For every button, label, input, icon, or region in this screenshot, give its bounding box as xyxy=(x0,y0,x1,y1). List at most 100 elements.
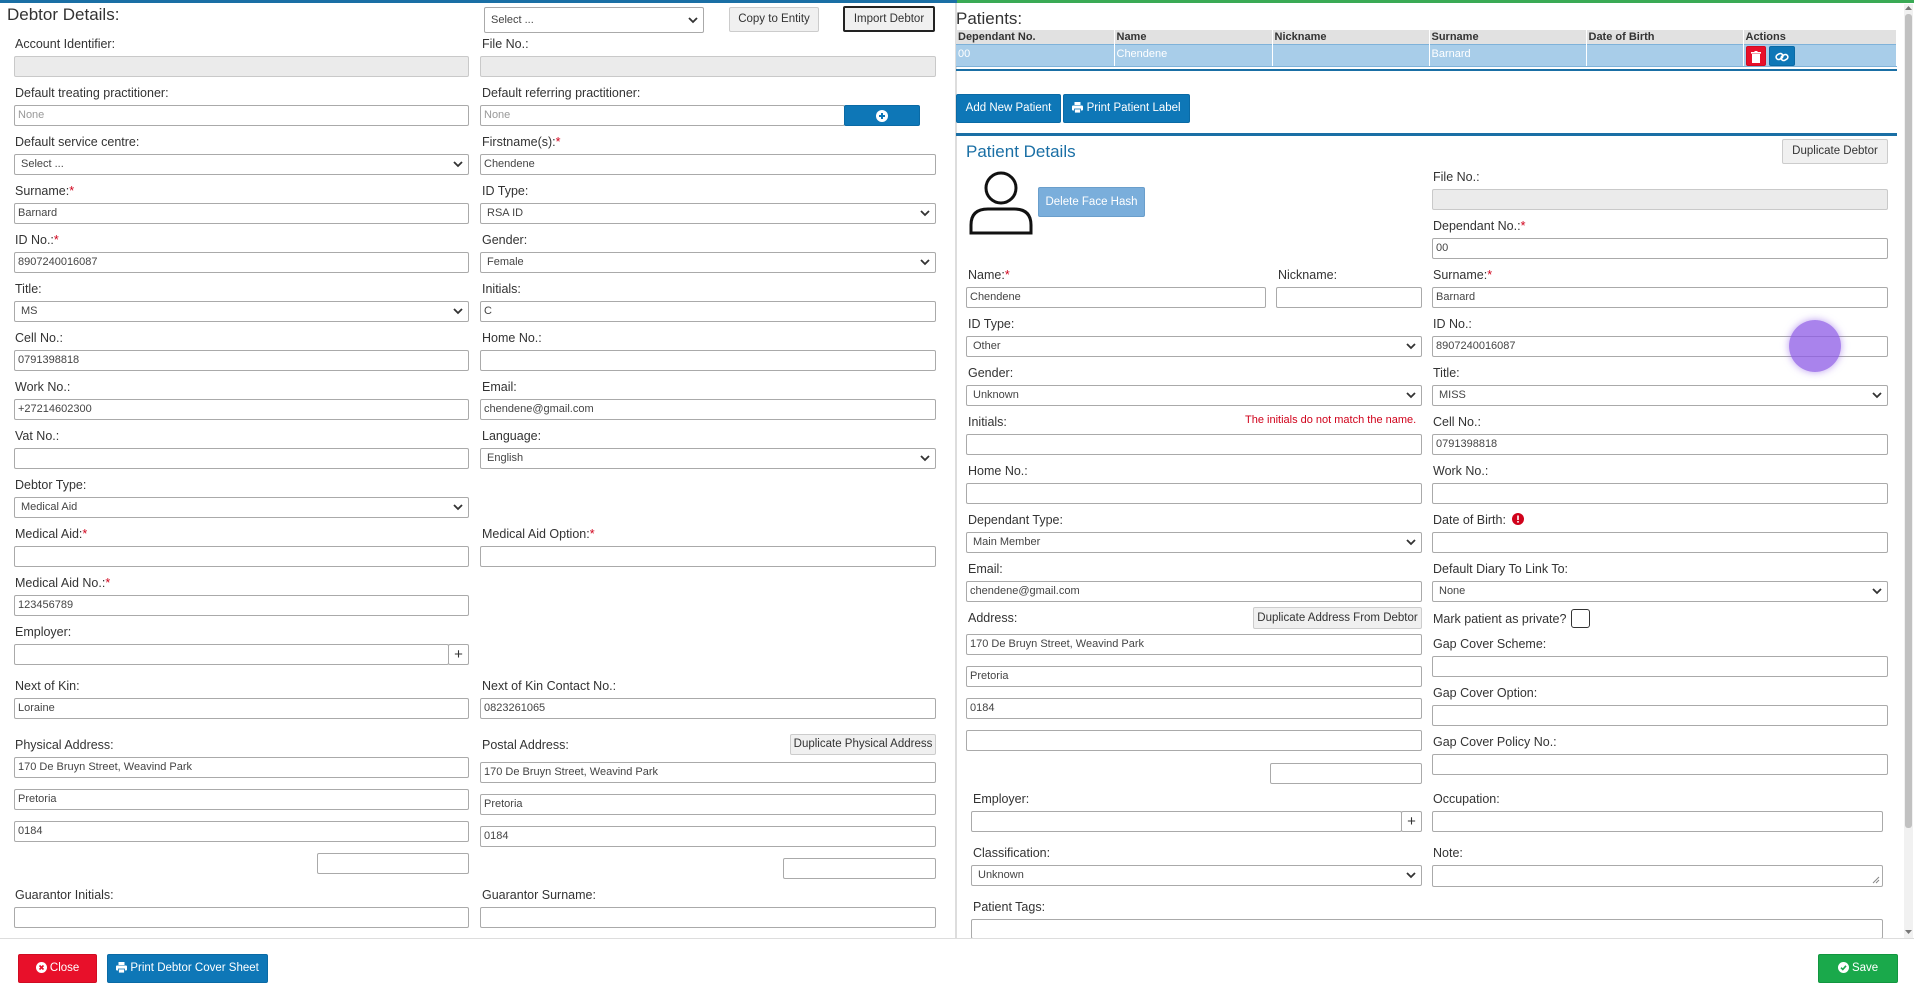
firstname-field[interactable]: Chendene xyxy=(480,154,936,175)
resize-handle-icon[interactable] xyxy=(1870,874,1880,884)
dependant-no-field[interactable]: 00 xyxy=(1432,238,1888,259)
col-name: Name xyxy=(1114,30,1273,44)
gap-scheme-field[interactable] xyxy=(1432,656,1888,677)
dependant-type-select[interactable]: Main Member xyxy=(966,532,1422,553)
patient-cell-field[interactable]: 0791398818 xyxy=(1432,434,1888,455)
link-patient-button[interactable] xyxy=(1768,45,1795,66)
patient-title-select[interactable]: MISS xyxy=(1432,385,1888,406)
debtor-title-select[interactable]: MS xyxy=(14,301,469,322)
occupation-field[interactable] xyxy=(1432,811,1883,832)
debtor-surname-field[interactable]: Barnard xyxy=(14,203,469,224)
save-button[interactable]: Save xyxy=(1818,954,1898,983)
import-debtor-button[interactable]: Import Debtor xyxy=(843,6,935,32)
postal-address-code[interactable] xyxy=(783,858,936,879)
patient-employer-field[interactable] xyxy=(971,811,1402,832)
patient-address-line4[interactable] xyxy=(966,730,1422,751)
patient-address-code[interactable] xyxy=(1270,763,1422,784)
next-of-kin-field[interactable]: Loraine xyxy=(14,698,469,719)
postal-address-line3[interactable]: 0184 xyxy=(480,826,936,847)
patient-home-field[interactable] xyxy=(966,483,1422,504)
patient-gender-select[interactable]: Unknown xyxy=(966,385,1422,406)
patient-name-field[interactable]: Chendene xyxy=(966,287,1266,308)
medical-aid-field[interactable] xyxy=(14,546,469,567)
entity-select[interactable]: Select ... xyxy=(484,7,704,33)
physical-address-line2[interactable]: Pretoria xyxy=(14,789,469,810)
default-diary-select[interactable]: None xyxy=(1432,581,1888,602)
delete-face-hash-button[interactable]: Delete Face Hash xyxy=(1038,187,1145,217)
next-of-kin-contact-field[interactable]: 0823261065 xyxy=(480,698,936,719)
debtor-cell-field[interactable]: 0791398818 xyxy=(14,350,469,371)
close-button[interactable]: Close xyxy=(18,954,97,983)
cell-actions xyxy=(1743,43,1897,67)
copy-to-entity-button[interactable]: Copy to Entity xyxy=(729,7,819,32)
debtor-employer-field[interactable] xyxy=(14,644,449,665)
duplicate-physical-address-button[interactable]: Duplicate Physical Address xyxy=(790,734,936,755)
patient-address-line3[interactable]: 0184 xyxy=(966,698,1422,719)
add-debtor-employer-button[interactable]: + xyxy=(448,644,469,665)
debtor-initials-field[interactable]: C xyxy=(480,301,936,322)
gap-policy-label: Gap Cover Policy No.: xyxy=(1433,735,1557,749)
plus-icon: + xyxy=(1407,813,1416,830)
debtor-work-field[interactable]: +27214602300 xyxy=(14,399,469,420)
debtor-title-label: Title: xyxy=(15,282,42,296)
dob-field[interactable] xyxy=(1432,532,1888,553)
scrollbar-thumb[interactable] xyxy=(1905,14,1912,828)
patient-details-title: Patient Details xyxy=(966,142,1076,161)
referring-practitioner-field[interactable]: None xyxy=(480,105,845,126)
debtor-home-field[interactable] xyxy=(480,350,936,371)
service-centre-select[interactable]: Select ... xyxy=(14,154,469,175)
debtor-id-type-select[interactable]: RSA ID xyxy=(480,203,936,224)
postal-address-line2[interactable]: Pretoria xyxy=(480,794,936,815)
scroll-up-icon[interactable] xyxy=(1904,4,1913,12)
patient-email-field[interactable]: chendene@gmail.com xyxy=(966,581,1422,602)
close-button-label: Close xyxy=(49,962,80,974)
patient-address-line2[interactable]: Pretoria xyxy=(966,666,1422,687)
debtor-type-select[interactable]: Medical Aid xyxy=(14,497,469,518)
link-icon xyxy=(1774,52,1789,61)
patient-nickname-field[interactable] xyxy=(1276,287,1422,308)
patient-id-type-select[interactable]: Other xyxy=(966,336,1422,357)
default-diary-value: None xyxy=(1439,585,1466,597)
vat-field[interactable] xyxy=(14,448,469,469)
add-new-patient-button[interactable]: Add New Patient xyxy=(956,94,1061,123)
add-patient-employer-button[interactable]: + xyxy=(1401,811,1422,832)
table-selection-bar xyxy=(956,69,1897,71)
guarantor-surname-label: Guarantor Surname: xyxy=(482,888,596,902)
gap-policy-field[interactable] xyxy=(1432,754,1888,775)
duplicate-debtor-button[interactable]: Duplicate Debtor xyxy=(1782,139,1888,164)
language-select[interactable]: English xyxy=(480,448,936,469)
print-patient-label-button[interactable]: Print Patient Label xyxy=(1063,94,1190,123)
patient-work-field[interactable] xyxy=(1432,483,1888,504)
debtor-email-field[interactable]: chendene@gmail.com xyxy=(480,399,936,420)
classification-select[interactable]: Unknown xyxy=(971,865,1422,886)
delete-patient-button[interactable] xyxy=(1745,45,1766,66)
private-checkbox[interactable] xyxy=(1571,609,1590,628)
physical-address-code[interactable] xyxy=(317,853,469,874)
patient-tags-field[interactable] xyxy=(971,919,1883,939)
guarantor-initials-field[interactable] xyxy=(14,907,469,928)
dependant-type-label: Dependant Type: xyxy=(968,513,1063,527)
treating-practitioner-field[interactable]: None xyxy=(14,105,469,126)
physical-address-line1[interactable]: 170 De Bruyn Street, Weavind Park xyxy=(14,757,469,778)
patient-initials-field[interactable] xyxy=(966,434,1422,455)
col-actions: Actions xyxy=(1743,30,1897,44)
duplicate-address-button[interactable]: Duplicate Address From Debtor xyxy=(1253,607,1422,629)
physical-address-line3[interactable]: 0184 xyxy=(14,821,469,842)
classification-value: Unknown xyxy=(978,869,1024,881)
medical-aid-no-field[interactable]: 123456789 xyxy=(14,595,469,616)
debtor-gender-select[interactable]: Female xyxy=(480,252,936,273)
note-textarea[interactable] xyxy=(1432,865,1883,887)
print-debtor-cover-button[interactable]: Print Debtor Cover Sheet xyxy=(107,954,268,983)
table-row[interactable]: 00 Chendene Barnard xyxy=(956,43,1897,67)
add-referring-practitioner-button[interactable] xyxy=(844,105,920,126)
patient-surname-field[interactable]: Barnard xyxy=(1432,287,1888,308)
scroll-down-icon[interactable] xyxy=(1904,928,1913,936)
guarantor-surname-field[interactable] xyxy=(480,907,936,928)
postal-address-line1[interactable]: 170 De Bruyn Street, Weavind Park xyxy=(480,762,936,783)
patient-file-no-label: File No.: xyxy=(1433,170,1480,184)
guarantor-initials-label: Guarantor Initials: xyxy=(15,888,114,902)
gap-option-field[interactable] xyxy=(1432,705,1888,726)
debtor-id-no-field[interactable]: 8907240016087 xyxy=(14,252,469,273)
patient-address-line1[interactable]: 170 De Bruyn Street, Weavind Park xyxy=(966,634,1422,655)
medical-aid-option-field[interactable] xyxy=(480,546,936,567)
